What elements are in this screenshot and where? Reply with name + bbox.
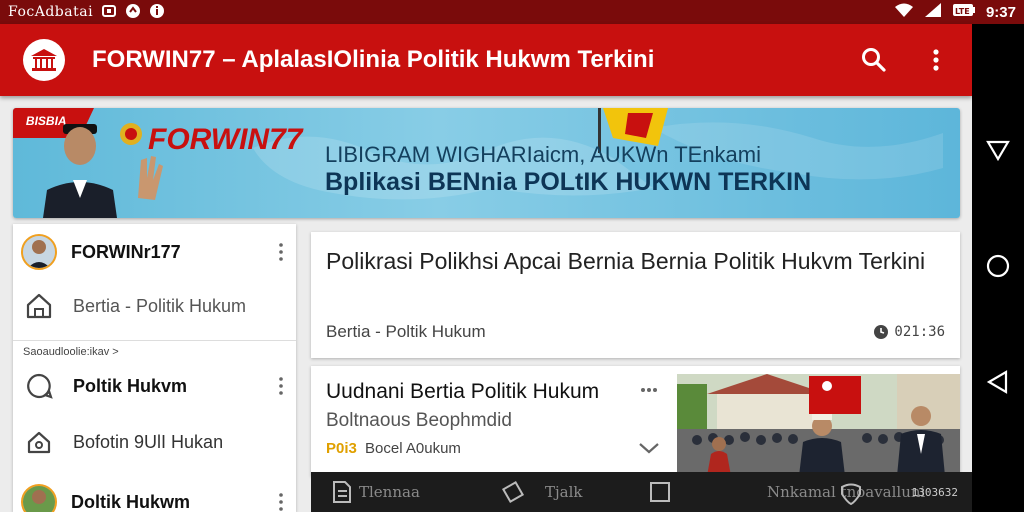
chevron-down-icon: [639, 443, 659, 454]
more-vert-icon: [279, 377, 283, 395]
account-menu-button[interactable]: [274, 242, 288, 262]
expand-button[interactable]: [637, 438, 661, 458]
parliament-icon: [31, 49, 57, 71]
more-vert-icon: [279, 243, 283, 261]
drawer-item-politik[interactable]: Poltik Hukvm: [13, 368, 296, 404]
drawer-item-home[interactable]: Bertia - Politik Hukum: [13, 288, 296, 324]
search-icon: [862, 48, 886, 72]
bottom-nav-label: Tjalk: [545, 483, 583, 501]
app-notify-icon: [125, 3, 141, 22]
bottom-nav-square[interactable]: [649, 472, 677, 512]
signal-icon: [924, 2, 942, 22]
account-row[interactable]: FORWINr177: [13, 234, 296, 270]
app-bar: FORWIN77 – AplalasIOlinia Politik Hukwm …: [0, 24, 972, 96]
clock-icon: [874, 325, 889, 339]
account-name: FORWINr177: [71, 241, 181, 262]
article-category: Bertia - Poltik Hukum: [326, 322, 486, 341]
battery-icon: LTE: [952, 3, 976, 21]
article-category: Bocel A0ukum: [365, 440, 461, 457]
article-card[interactable]: Polikrasi Polikhsi Apcai Bernia Bernia P…: [311, 232, 960, 358]
item-menu-button[interactable]: [274, 492, 288, 512]
drawer-section-label[interactable]: Saoaudloolie:ikav >: [23, 346, 119, 358]
nav-home-button[interactable]: [985, 253, 1011, 284]
back-arrow-icon: [986, 369, 1008, 394]
article-footer: P0i3 Bocel A0ukum: [326, 440, 461, 457]
nav-back-button[interactable]: [985, 369, 1011, 400]
home-icon: [23, 290, 55, 322]
document-icon: [333, 481, 351, 503]
crowd-photo: [677, 374, 960, 476]
wifi-icon: [894, 2, 914, 22]
article-card[interactable]: Uudnani Bertia Politik Hukum Boltnaous B…: [311, 366, 960, 476]
home-circle-icon: [986, 254, 1010, 277]
drawer-item-bofotin[interactable]: Bofotin 9UlI Hukan: [13, 424, 296, 460]
more-vert-icon: [933, 49, 939, 71]
article-title[interactable]: Uudnani Bertia Politik Hukum: [326, 380, 599, 404]
status-app-name: FocAdbatai: [8, 4, 94, 20]
more-vert-icon: [279, 493, 283, 511]
bottom-nav-explore[interactable]: Tjalk: [501, 472, 583, 512]
diamond-icon: [501, 480, 525, 504]
article-meta: 021:36: [873, 324, 945, 340]
article-more-button[interactable]: [637, 380, 661, 400]
drawer-item-label: Bertia - Politik Hukum: [73, 295, 247, 316]
drawer-item-doltik[interactable]: Doltik Hukwm: [13, 484, 296, 512]
article-subtitle: Boltnaous Beophmdid: [326, 410, 512, 431]
banner-brand: FORWIN77: [148, 123, 303, 156]
drawer-item-label: Bofotin 9UlI Hukan: [73, 431, 224, 452]
bottom-nav-count: 1303632: [911, 486, 958, 499]
app-title: FORWIN77 – AplalasIOlinia Politik Hukwm …: [92, 46, 655, 73]
banner-tagline: LIBIGRAM WIGHARIaicm, AUKWn TEnkami: [325, 142, 762, 167]
article-tag: P0i3: [326, 440, 357, 457]
search-button[interactable]: [856, 42, 892, 78]
drawer-item-label: Poltik Hukvm: [73, 375, 188, 396]
navigation-drawer: FORWINr177 Bertia - Politik Hukum Saoaud…: [13, 224, 296, 512]
info-icon: [149, 3, 165, 22]
back-icon: [986, 140, 1010, 161]
bottom-navigation: Tlennaa Tjalk Nnkamal tnoavalluni 130363…: [311, 472, 972, 512]
status-bar: FocAdbatai LTE 9:37: [0, 0, 1024, 24]
official-portrait: [43, 123, 163, 218]
square-icon: [650, 482, 670, 502]
clock: 9:37: [985, 3, 1016, 21]
bottom-nav-favorite[interactable]: [839, 481, 863, 510]
overflow-menu-button[interactable]: [918, 42, 954, 78]
article-thumbnail[interactable]: [677, 374, 960, 476]
svg-text:LTE: LTE: [955, 7, 970, 16]
shield-icon: [841, 483, 861, 506]
app-logo[interactable]: [23, 39, 65, 81]
notification-icon: [101, 3, 117, 22]
system-nav-bar: [972, 24, 1024, 512]
bottom-nav-label: Tlennaa: [359, 483, 420, 501]
item-menu-button[interactable]: [274, 376, 288, 396]
avatar: [21, 484, 57, 512]
more-horiz-icon: [641, 388, 657, 392]
nav-back-triangle[interactable]: [985, 137, 1011, 168]
article-title[interactable]: Polikrasi Polikhsi Apcai Bernia Bernia P…: [326, 244, 946, 279]
promo-banner[interactable]: BISBIA FORWIN77 LIBIGRAM WIGHARIaicm, AU…: [13, 108, 960, 218]
article-time: 021:36: [894, 324, 945, 340]
chat-bubble-icon: [23, 370, 55, 402]
drawer-divider: [13, 340, 296, 341]
banner-headline: Bplikasi BENnia POLtIK HUKWN TERKIN: [325, 168, 812, 196]
house-gear-icon: [23, 426, 55, 458]
bottom-nav-feed[interactable]: Tlennaa: [331, 472, 420, 512]
drawer-item-label: Doltik Hukwm: [71, 491, 191, 512]
avatar: [21, 234, 57, 270]
